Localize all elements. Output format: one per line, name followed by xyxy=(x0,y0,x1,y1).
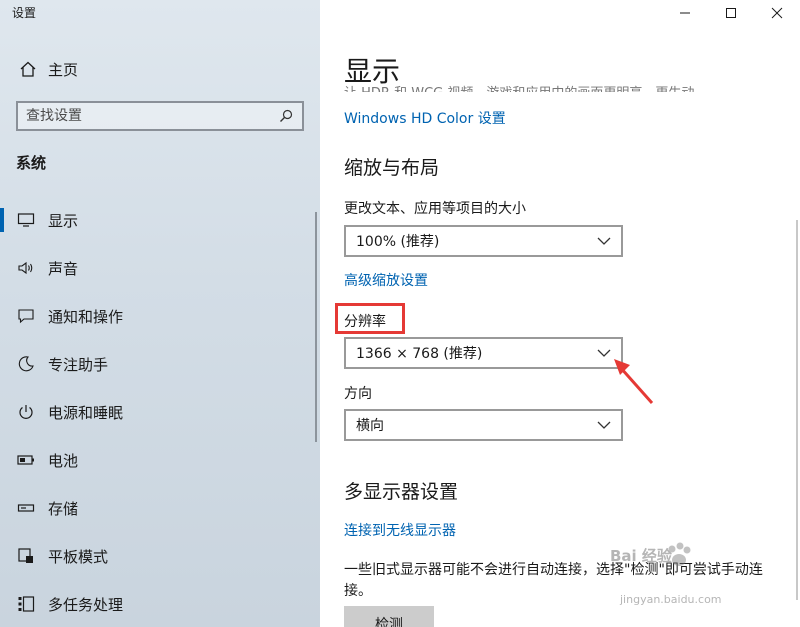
battery-icon xyxy=(16,450,36,470)
sidebar-item-storage[interactable]: 存储 xyxy=(0,484,320,532)
close-button[interactable] xyxy=(754,0,800,26)
scale-label: 更改文本、应用等项目的大小 xyxy=(344,201,526,217)
sidebar-item-label: 多任务处理 xyxy=(48,595,124,614)
sidebar-item-tablet-mode[interactable]: 平板模式 xyxy=(0,532,320,580)
orientation-value: 横向 xyxy=(356,418,384,434)
sidebar-item-label: 电源和睡眠 xyxy=(48,403,124,422)
sidebar: 设置 主页 系统 显示 声音 通知和操作 xyxy=(0,0,320,627)
orientation-dropdown[interactable]: 横向 xyxy=(344,409,623,441)
message-icon xyxy=(16,306,36,326)
resolution-value: 1366 × 768 (推荐) xyxy=(356,346,483,362)
sidebar-item-multitasking[interactable]: 多任务处理 xyxy=(0,580,320,627)
monitor-icon xyxy=(16,210,36,230)
chevron-down-icon xyxy=(597,346,611,360)
search-box[interactable] xyxy=(16,101,304,131)
detect-button[interactable]: 检测 xyxy=(344,606,434,627)
sidebar-item-notifications[interactable]: 通知和操作 xyxy=(0,292,320,340)
multi-display-heading: 多显示器设置 xyxy=(344,481,459,503)
multitask-icon xyxy=(16,594,36,614)
resolution-label: 分辨率 xyxy=(344,314,386,330)
sidebar-item-label: 显示 xyxy=(48,211,79,230)
sidebar-item-display[interactable]: 显示 xyxy=(0,196,320,244)
sidebar-item-sound[interactable]: 声音 xyxy=(0,244,320,292)
scale-layout-heading: 缩放与布局 xyxy=(344,157,440,179)
home-icon xyxy=(16,57,40,81)
sidebar-item-label: 存储 xyxy=(48,499,79,518)
sidebar-scrollbar[interactable] xyxy=(315,212,317,442)
moon-icon xyxy=(16,354,36,374)
maximize-button[interactable] xyxy=(708,0,754,26)
speaker-icon xyxy=(16,258,36,278)
window-title: 设置 xyxy=(12,6,37,20)
paw-logo-icon xyxy=(664,541,694,575)
watermark-text: Bai 经验 xyxy=(610,547,672,565)
hd-color-link[interactable]: Windows HD Color 设置 xyxy=(344,108,506,128)
sidebar-item-home[interactable]: 主页 xyxy=(0,52,320,86)
sidebar-item-label: 平板模式 xyxy=(48,547,109,566)
search-input[interactable] xyxy=(26,108,278,124)
power-icon xyxy=(16,402,36,422)
wireless-display-link[interactable]: 连接到无线显示器 xyxy=(344,520,456,540)
resolution-dropdown[interactable]: 1366 × 768 (推荐) xyxy=(344,337,623,369)
tablet-icon xyxy=(16,546,36,566)
sidebar-item-focus-assist[interactable]: 专注助手 xyxy=(0,340,320,388)
sidebar-item-label: 电池 xyxy=(48,451,79,470)
minimize-button[interactable] xyxy=(662,0,708,26)
sidebar-item-power-sleep[interactable]: 电源和睡眠 xyxy=(0,388,320,436)
advanced-scaling-link[interactable]: 高级缩放设置 xyxy=(344,270,428,290)
sidebar-nav: 显示 声音 通知和操作 专注助手 电源和睡眠 电池 存储 平板模式 多任务处理 xyxy=(0,196,320,627)
scale-dropdown[interactable]: 100% (推荐) xyxy=(344,225,623,257)
storage-icon xyxy=(16,498,36,518)
sidebar-item-label: 通知和操作 xyxy=(48,307,124,326)
sidebar-item-label: 声音 xyxy=(48,259,79,278)
search-icon[interactable] xyxy=(278,108,294,124)
section-label: 系统 xyxy=(16,154,47,172)
clipped-description: 让 HDR 和 WCG 视频、游戏和应用中的画面更明亮、更生动。 xyxy=(344,80,764,92)
red-arrow-annotation xyxy=(610,355,660,413)
window-controls xyxy=(662,0,800,26)
main-content: 显示 让 HDR 和 WCG 视频、游戏和应用中的画面更明亮、更生动。 Wind… xyxy=(320,0,800,627)
sidebar-item-label: 主页 xyxy=(48,60,79,79)
orientation-label: 方向 xyxy=(344,386,372,402)
scale-value: 100% (推荐) xyxy=(356,234,440,250)
chevron-down-icon xyxy=(597,418,611,432)
sidebar-item-label: 专注助手 xyxy=(48,355,109,374)
chevron-down-icon xyxy=(597,234,611,248)
watermark: Bai 经验 jingyan.baidu.com xyxy=(610,542,722,606)
watermark-url: jingyan.baidu.com xyxy=(620,593,722,606)
sidebar-item-battery[interactable]: 电池 xyxy=(0,436,320,484)
main-scrollbar[interactable] xyxy=(796,220,798,600)
